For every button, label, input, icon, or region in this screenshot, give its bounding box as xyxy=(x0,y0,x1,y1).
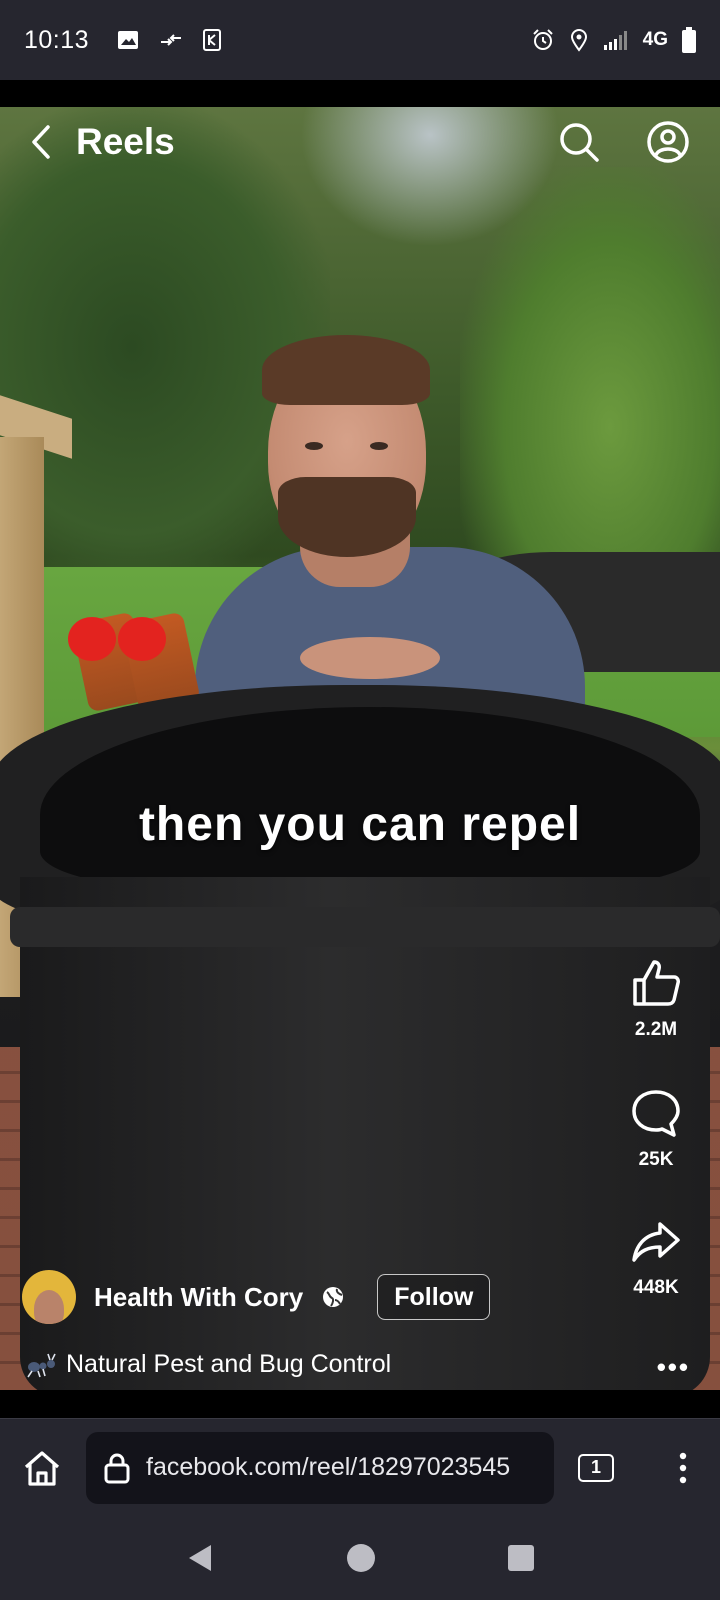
avatar-face xyxy=(34,1290,64,1324)
trash-bin-band xyxy=(10,907,720,947)
avatar[interactable] xyxy=(22,1270,76,1324)
url-text[interactable]: facebook.com/reel/18297023545 xyxy=(146,1453,510,1482)
bottle-cap-left xyxy=(68,617,116,661)
person-beard xyxy=(278,477,416,557)
person-hair xyxy=(262,335,430,405)
subtitle-row[interactable]: Natural Pest and Bug Control xyxy=(26,1350,391,1379)
like-action[interactable]: 2.2M xyxy=(616,958,696,1041)
system-nav-bar xyxy=(0,1516,720,1600)
nav-home-icon[interactable] xyxy=(346,1543,376,1573)
author-name[interactable]: Health With Cory xyxy=(94,1282,303,1313)
alarm-icon xyxy=(532,29,553,50)
page-title: Reels xyxy=(76,121,175,162)
more-options-button[interactable]: ••• xyxy=(657,1352,690,1383)
share-action[interactable]: 448K xyxy=(616,1218,696,1299)
person-eye-left xyxy=(305,442,323,450)
reel-video[interactable]: then you can repel xyxy=(0,107,720,1390)
image-icon xyxy=(118,31,139,49)
ant-icon xyxy=(27,1353,56,1377)
browser-toolbar: facebook.com/reel/18297023545 1 xyxy=(0,1418,720,1516)
like-icon[interactable] xyxy=(630,958,682,1008)
comment-count: 25K xyxy=(638,1149,674,1170)
reels-header: Reels xyxy=(0,107,720,177)
kebab-menu-icon[interactable] xyxy=(678,1451,688,1485)
share-count: 448K xyxy=(633,1277,679,1298)
url-field[interactable]: facebook.com/reel/18297023545 xyxy=(86,1431,554,1504)
tab-switcher-button[interactable]: 1 xyxy=(578,1453,614,1482)
follow-button[interactable]: Follow xyxy=(377,1274,491,1320)
globe-icon xyxy=(323,1287,344,1307)
nav-back-icon[interactable] xyxy=(186,1543,214,1573)
status-time: 10:13 xyxy=(24,25,90,54)
share-icon[interactable] xyxy=(630,1218,682,1266)
reel-subtitle: Natural Pest and Bug Control xyxy=(66,1350,392,1378)
nav-recents-icon[interactable] xyxy=(508,1545,534,1571)
battery-icon xyxy=(682,27,696,53)
home-icon[interactable] xyxy=(22,1449,62,1487)
person-eye-right xyxy=(370,442,388,450)
comment-action[interactable]: 25K xyxy=(616,1088,696,1171)
bottle-cap-right xyxy=(118,617,166,661)
author-row: Health With Cory Follow xyxy=(22,1270,491,1324)
video-caption: then you can repel xyxy=(138,798,582,851)
profile-icon[interactable] xyxy=(646,120,690,164)
app-notification-icon xyxy=(203,29,222,51)
location-icon xyxy=(570,29,587,52)
status-bar: 10:13 4G xyxy=(0,0,720,80)
data-transfer-icon xyxy=(161,34,182,46)
like-count: 2.2M xyxy=(634,1019,678,1040)
search-icon[interactable] xyxy=(558,121,600,163)
network-type-label: 4G xyxy=(642,29,668,50)
lock-icon[interactable] xyxy=(104,1452,130,1484)
person-hand xyxy=(300,637,440,679)
comment-icon[interactable] xyxy=(630,1088,682,1138)
signal-icon xyxy=(603,31,627,50)
back-arrow-icon[interactable] xyxy=(30,124,52,160)
